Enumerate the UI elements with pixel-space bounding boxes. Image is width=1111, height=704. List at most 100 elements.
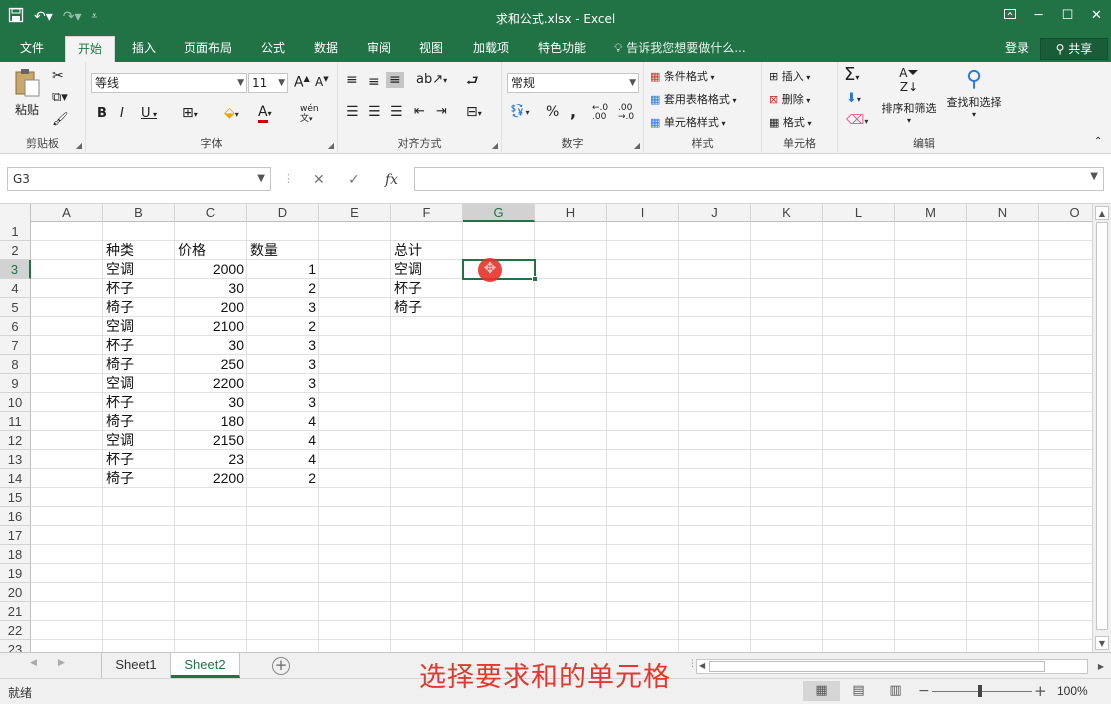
cell-f2[interactable]: 总计 [391,241,463,260]
tab-review[interactable]: 审阅 [355,36,403,62]
row-header-3[interactable]: 3 [0,260,31,279]
page-break-view-icon[interactable]: ▥ [877,681,914,701]
column-header-o[interactable]: O [1039,204,1092,222]
tab-home[interactable]: 开始 [65,36,116,62]
fill-icon[interactable]: ⬇▾ [846,91,861,106]
comma-button[interactable]: , [570,102,576,121]
row-header-17[interactable]: 17 [0,526,31,545]
cell-qty[interactable]: 3 [247,374,319,393]
cell-b2[interactable]: 种类 [103,241,175,260]
align-left-icon[interactable]: ☰ [346,104,359,120]
cell-qty[interactable]: 4 [247,412,319,431]
column-header-c[interactable]: C [175,204,247,222]
tab-data[interactable]: 数据 [302,36,350,62]
column-header-h[interactable]: H [535,204,607,222]
column-header-j[interactable]: J [679,204,751,222]
scroll-right-icon[interactable]: ▶ [1098,662,1104,671]
row-header-7[interactable]: 7 [0,336,31,355]
row-header-18[interactable]: 18 [0,545,31,564]
dialog-launcher-icon[interactable]: ◢ [76,141,82,150]
percent-button[interactable]: % [546,104,559,120]
cell-price[interactable]: 2150 [175,431,247,450]
collapse-ribbon-icon[interactable]: ⌃ [1094,136,1102,147]
increase-decimal-icon[interactable]: ←.0.00 [592,104,608,122]
normal-view-icon[interactable]: ▦ [803,681,840,701]
cell-type[interactable]: 椅子 [103,298,175,317]
formula-input[interactable]: ▼ [414,167,1104,191]
clear-icon[interactable]: ⌫▾ [846,113,868,128]
column-header-g[interactable]: G [463,204,535,222]
insert-cells-button[interactable]: ⊞ 插入 ▾ [769,68,810,84]
column-header-e[interactable]: E [319,204,391,222]
row-header-12[interactable]: 12 [0,431,31,450]
format-as-table-button[interactable]: ▦ 套用表格格式 ▾ [650,91,736,107]
vertical-scroll-thumb[interactable] [1096,222,1108,630]
name-box[interactable]: G3 ▼ [7,167,271,191]
underline-button[interactable]: U ▾ [141,106,157,121]
row-header-23[interactable]: 23 [0,640,31,652]
copy-icon[interactable]: ⧉▾ [52,90,68,105]
orientation-icon[interactable]: ab↗▾ [416,72,447,87]
worksheet-grid[interactable]: A B C D E F G H I J K L M N O 1234567891… [0,204,1092,652]
select-all-button[interactable] [0,204,31,222]
column-header-m[interactable]: M [895,204,967,222]
font-name-select[interactable]: 等线 ▼ [91,73,247,93]
maximize-button[interactable]: ☐ [1053,0,1082,32]
phonetic-icon[interactable]: wén 文▾ [300,104,319,124]
cell-price[interactable]: 30 [175,336,247,355]
share-button[interactable]: ⚲ 共享 [1040,38,1108,60]
insert-function-icon[interactable]: fx [385,172,398,188]
tab-file[interactable]: 文件 [8,36,56,62]
row-header-20[interactable]: 20 [0,583,31,602]
column-header-a[interactable]: A [31,204,103,222]
cell-type[interactable]: 椅子 [103,412,175,431]
sheet-tab-sheet2[interactable]: Sheet2 [171,653,240,678]
autosum-icon[interactable]: Σ▾ [844,64,859,85]
dialog-launcher-icon[interactable]: ◢ [492,141,498,150]
middle-align-icon[interactable]: ≡ [368,74,380,90]
tab-formulas[interactable]: 公式 [249,36,297,62]
cell-type[interactable]: 空调 [103,260,175,279]
ribbon-display-options-icon[interactable] [995,0,1024,32]
row-header-19[interactable]: 19 [0,564,31,583]
cell-type[interactable]: 空调 [103,317,175,336]
format-painter-icon[interactable]: 🖌︎ [52,112,69,127]
decrease-indent-icon[interactable]: ⇤ [414,104,425,119]
cell-type[interactable]: 杯子 [103,393,175,412]
cell-type[interactable]: 椅子 [103,469,175,488]
increase-indent-icon[interactable]: ⇥ [436,104,447,119]
add-sheet-icon[interactable]: + [272,657,290,675]
cut-icon[interactable]: ✂ [52,68,64,84]
grow-font-button[interactable]: A▲ [294,74,310,91]
horizontal-scroll-thumb[interactable] [709,661,1045,672]
bold-button[interactable]: B [97,106,107,121]
scroll-down-icon[interactable]: ▼ [1095,636,1109,650]
scroll-up-icon[interactable]: ▲ [1095,206,1109,220]
row-header-4[interactable]: 4 [0,279,31,298]
cell-price[interactable]: 30 [175,393,247,412]
cell-styles-button[interactable]: ▦ 单元格样式 ▾ [650,114,725,130]
cell-type[interactable]: 杯子 [103,450,175,469]
row-header-1[interactable]: 1 [0,222,31,241]
column-header-n[interactable]: N [967,204,1039,222]
cancel-icon[interactable]: ✕ [313,172,325,188]
row-header-22[interactable]: 22 [0,621,31,640]
tell-me-box[interactable]: 💡︎ 告诉我您想要做什么... [614,36,746,62]
scroll-left-icon[interactable]: ◀ [699,661,705,670]
wrap-text-icon[interactable]: ⮐ [466,70,479,94]
align-center-icon[interactable]: ☰ [368,104,381,120]
cell-qty[interactable]: 3 [247,393,319,412]
tab-special[interactable]: 特色功能 [526,36,598,62]
row-header-21[interactable]: 21 [0,602,31,621]
cell-type[interactable]: 杯子 [103,279,175,298]
bottom-align-icon[interactable]: ≡ [386,72,404,88]
cell-price[interactable]: 2100 [175,317,247,336]
enter-icon[interactable]: ✓ [348,172,360,188]
number-format-select[interactable]: 常规 ▼ [507,73,639,93]
cell-price[interactable]: 180 [175,412,247,431]
tab-page-layout[interactable]: 页面布局 [172,36,244,62]
cell-qty[interactable]: 4 [247,431,319,450]
expand-formula-bar-icon[interactable]: ▼ [1090,171,1098,182]
sheet-tab-sheet1[interactable]: Sheet1 [101,653,171,678]
row-header-13[interactable]: 13 [0,450,31,469]
